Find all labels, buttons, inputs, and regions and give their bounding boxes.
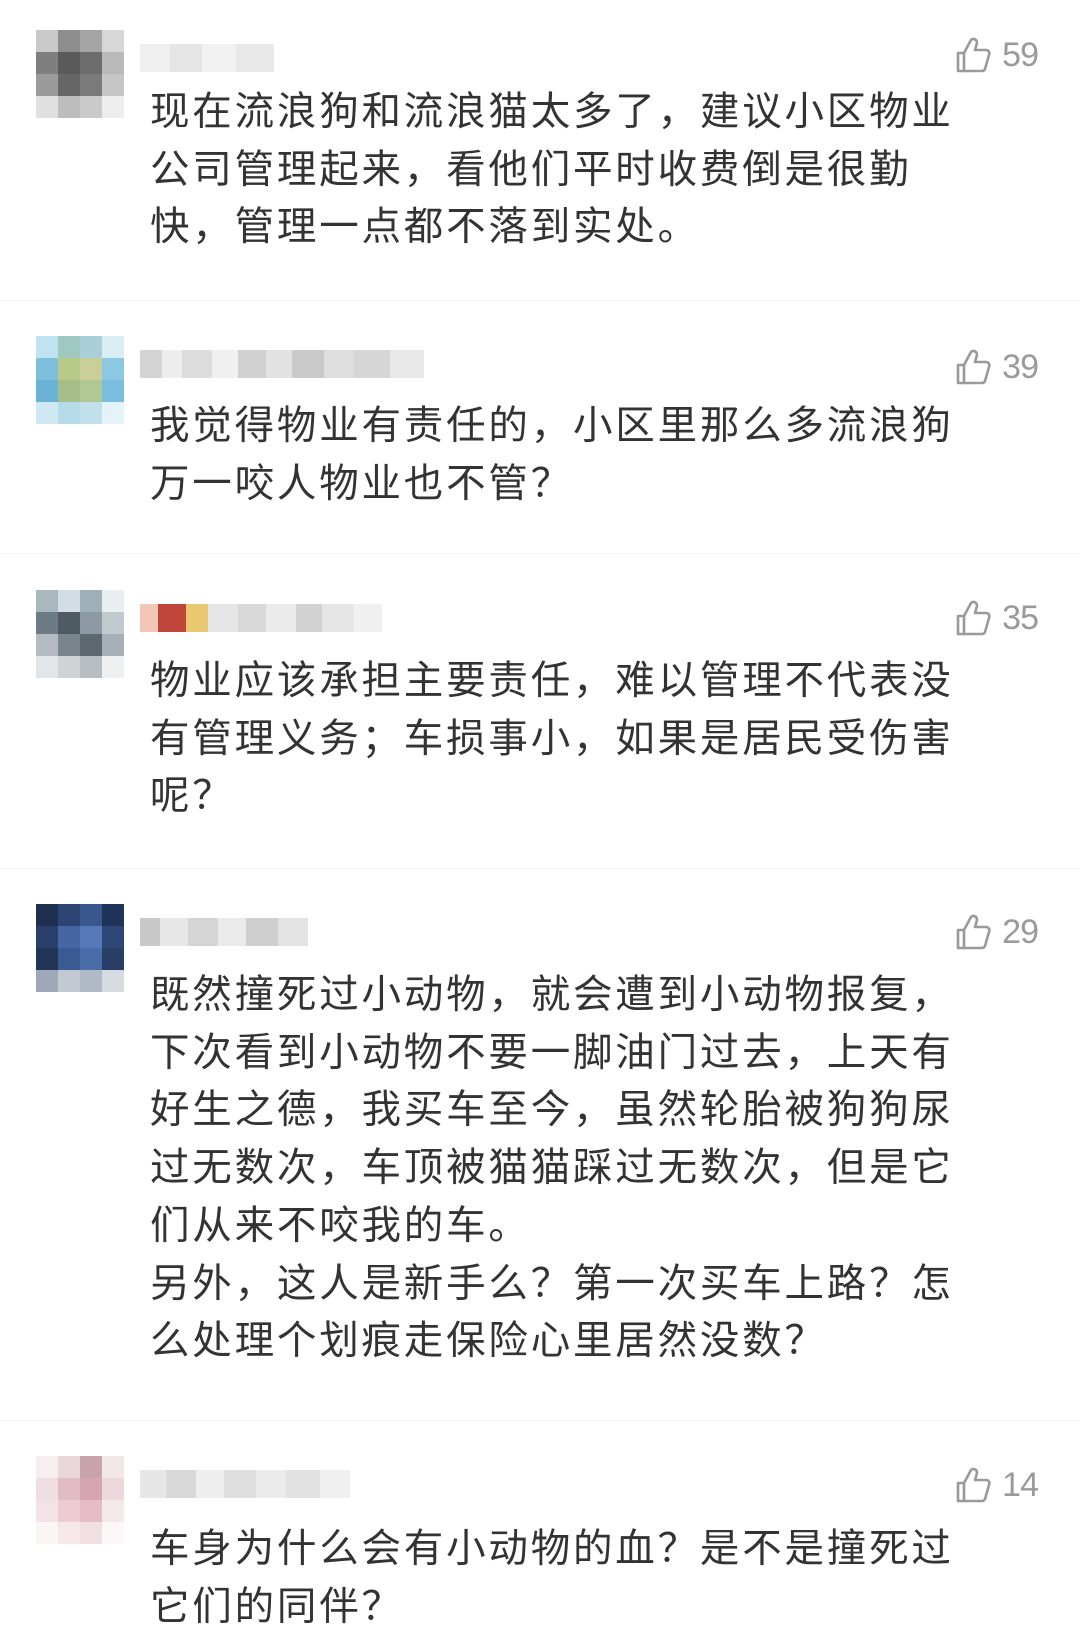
thumbs-up-icon — [952, 1464, 994, 1506]
username-blurred[interactable] — [140, 350, 424, 378]
thumbs-up-icon — [952, 597, 994, 639]
like-count: 29 — [1002, 912, 1039, 951]
thumbs-up-icon — [952, 346, 994, 388]
avatar[interactable] — [36, 336, 124, 424]
like-count: 35 — [1002, 598, 1039, 637]
avatar[interactable] — [36, 904, 124, 992]
username-blurred[interactable] — [140, 918, 308, 946]
username-blurred[interactable] — [140, 44, 274, 72]
avatar[interactable] — [36, 1456, 124, 1544]
thumbs-up-icon — [952, 911, 994, 953]
like-button[interactable]: 59 — [952, 34, 1039, 76]
comment-text: 物业应该承担主要责任，难以管理不代表没 有管理义务；车损事小，如果是居民受伤害 … — [150, 658, 954, 820]
username-blurred[interactable] — [140, 604, 382, 632]
thumbs-up-icon — [952, 34, 994, 76]
comment-text: 车身为什么会有小动物的血？是不是撞死过 它们的同伴？ — [150, 1526, 954, 1630]
divider — [0, 868, 1080, 869]
like-button[interactable]: 29 — [952, 911, 1039, 953]
like-button[interactable]: 35 — [952, 597, 1039, 639]
comment-text: 既然撞死过小动物，就会遭到小动物报复， 下次看到小动物不要一脚油门过去，上天有 … — [150, 972, 954, 1365]
divider — [0, 553, 1080, 554]
like-count: 39 — [1002, 347, 1039, 386]
avatar[interactable] — [36, 30, 124, 118]
like-count: 59 — [1002, 35, 1039, 74]
like-button[interactable]: 14 — [952, 1464, 1039, 1506]
divider — [0, 300, 1080, 301]
comment-text: 我觉得物业有责任的，小区里那么多流浪狗 万一咬人物业也不管？ — [150, 403, 954, 507]
like-button[interactable]: 39 — [952, 346, 1039, 388]
divider — [0, 1420, 1080, 1421]
like-count: 14 — [1002, 1465, 1039, 1504]
avatar[interactable] — [36, 590, 124, 678]
username-blurred[interactable] — [140, 1470, 350, 1498]
comment-text: 现在流浪狗和流浪猫太多了，建议小区物业 公司管理起来，看他们平时收费倒是很勤 快… — [150, 89, 954, 251]
